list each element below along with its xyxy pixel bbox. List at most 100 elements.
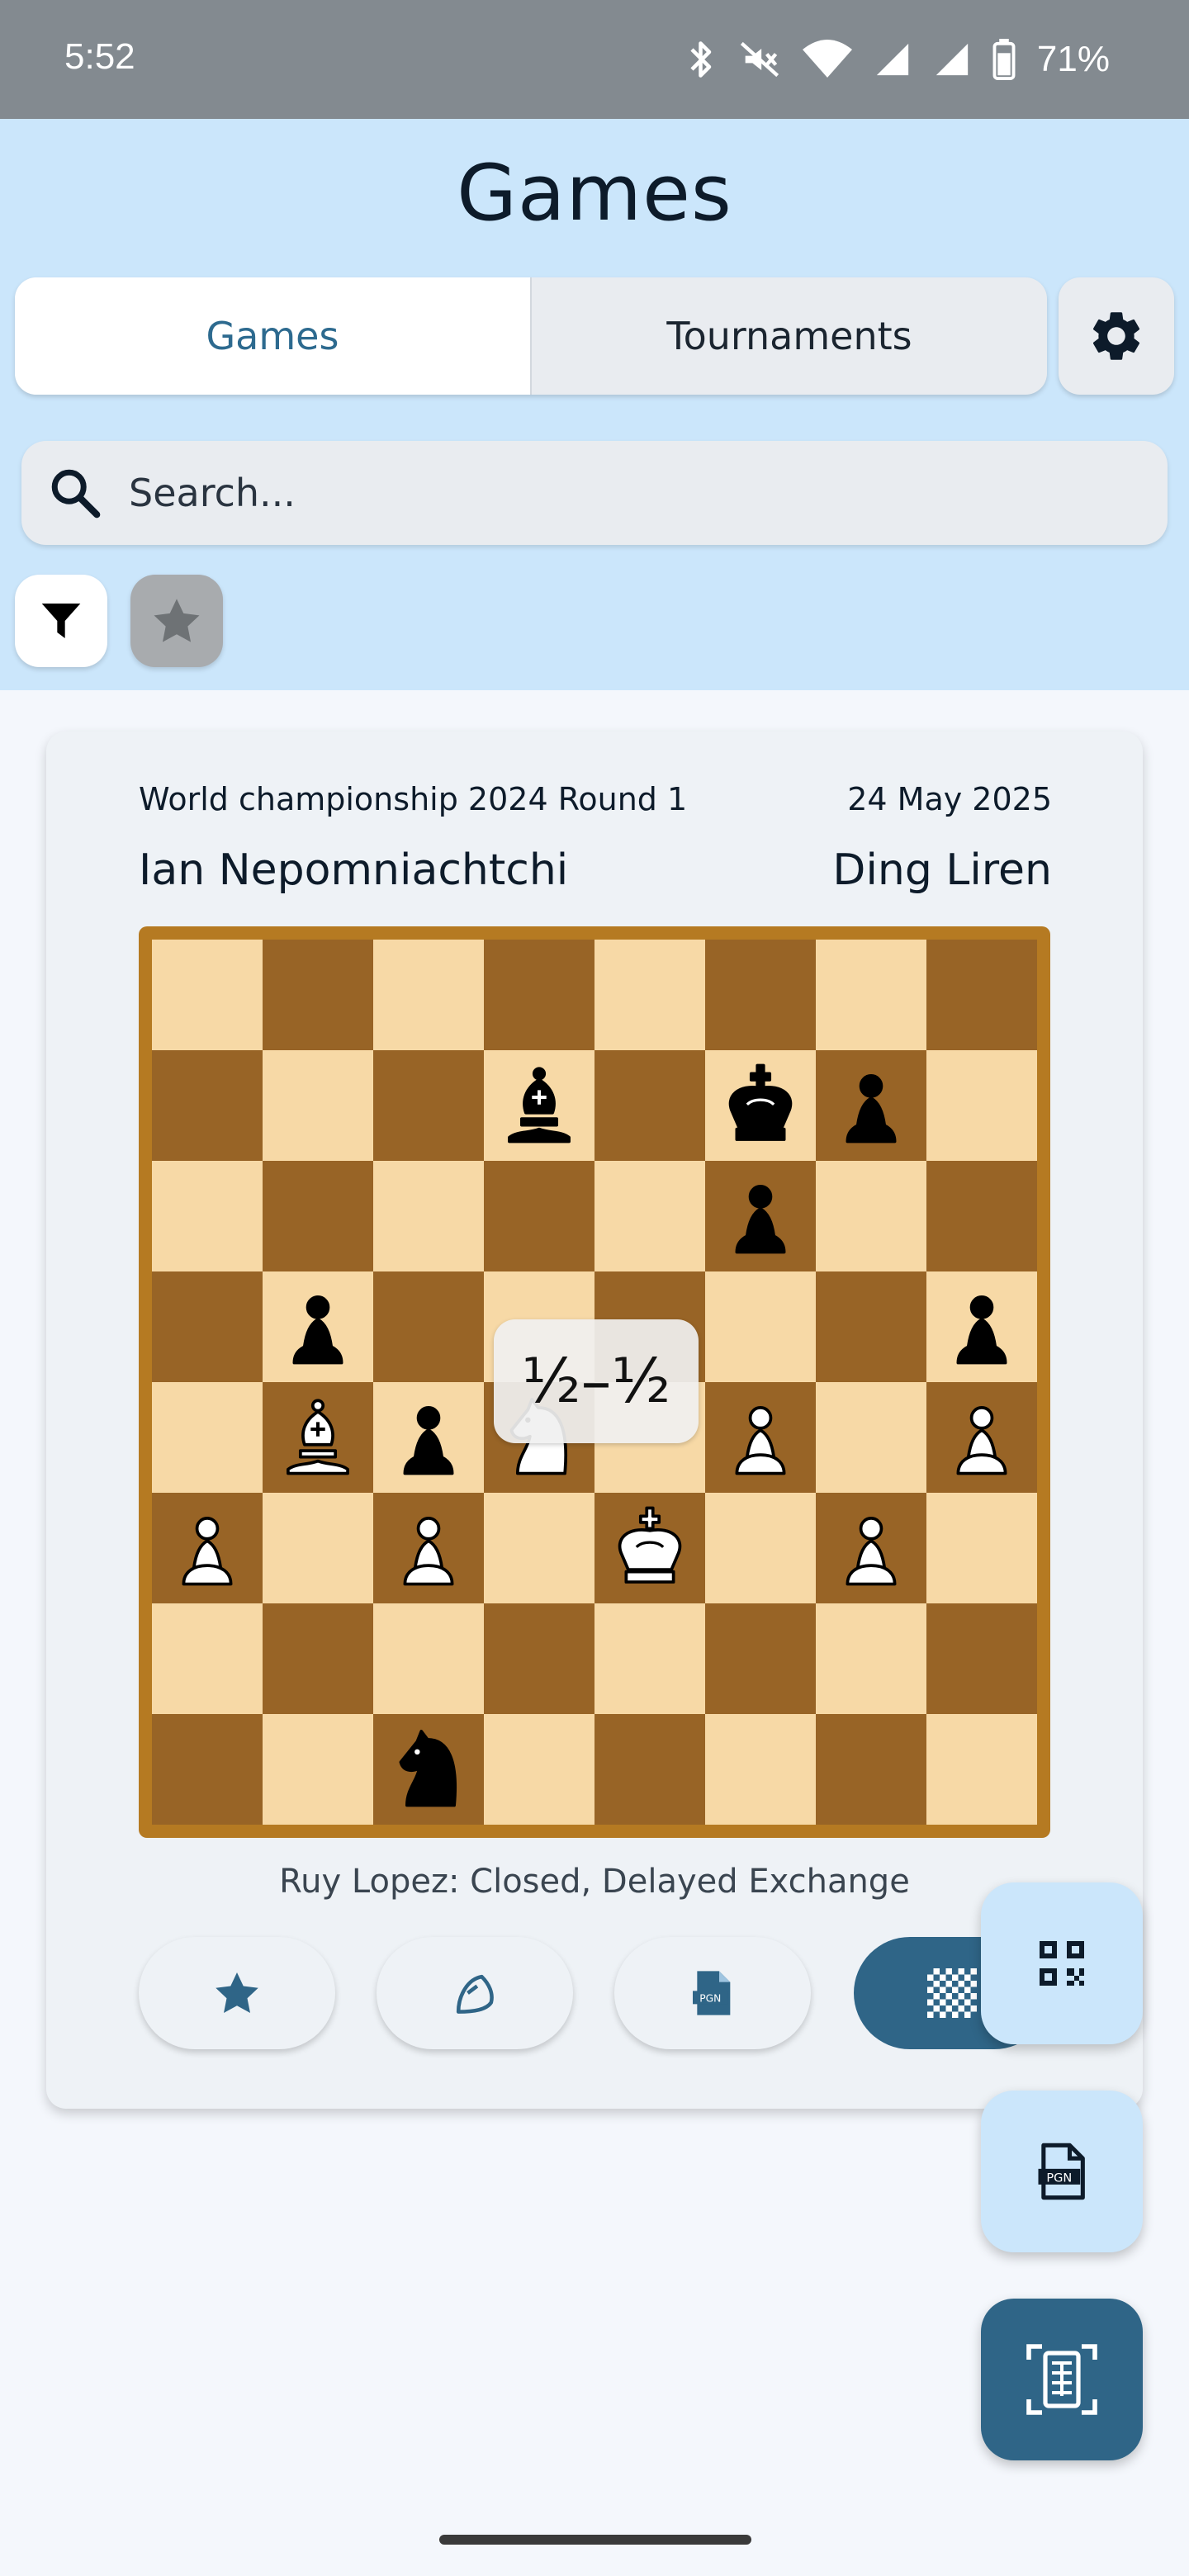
black-bishop-icon [508, 1067, 571, 1144]
favorites-filter-button[interactable] [130, 575, 223, 667]
square-h7[interactable] [926, 1050, 1037, 1161]
home-indicator [439, 2535, 751, 2545]
square-a8[interactable] [152, 940, 263, 1050]
square-h6[interactable] [926, 1161, 1037, 1271]
wifi-icon [802, 40, 852, 78]
square-e7[interactable] [594, 1050, 705, 1161]
black-pawn-icon [956, 1295, 1007, 1365]
analysis-button[interactable] [377, 1937, 573, 2049]
pgn-button[interactable]: PGN [614, 1937, 811, 2049]
square-h3[interactable] [926, 1493, 1037, 1603]
square-e6[interactable] [594, 1161, 705, 1271]
square-d2[interactable] [484, 1603, 594, 1714]
square-b7[interactable] [263, 1050, 373, 1161]
square-b1[interactable] [263, 1714, 373, 1825]
square-c1[interactable] [373, 1714, 484, 1825]
square-h2[interactable] [926, 1603, 1037, 1714]
favorite-button[interactable] [139, 1937, 335, 2049]
square-c8[interactable] [373, 940, 484, 1050]
square-g1[interactable] [816, 1714, 926, 1825]
square-b5[interactable] [263, 1271, 373, 1382]
opening-name: Ruy Lopez: Closed, Delayed Exchange [279, 1863, 910, 1901]
square-f4[interactable] [705, 1382, 816, 1493]
square-b6[interactable] [263, 1161, 373, 1271]
square-g4[interactable] [816, 1382, 926, 1493]
square-g3[interactable] [816, 1493, 926, 1603]
square-g8[interactable] [816, 940, 926, 1050]
page-title: Games [457, 149, 732, 239]
square-b8[interactable] [263, 940, 373, 1050]
mute-icon [740, 41, 779, 78]
black-pawn-icon [292, 1295, 343, 1365]
square-c6[interactable] [373, 1161, 484, 1271]
scan-scoresheet-button[interactable] [981, 2299, 1143, 2460]
square-e1[interactable] [594, 1714, 705, 1825]
status-time: 5:52 [64, 36, 135, 77]
game-date: 24 May 2025 [847, 781, 1052, 817]
square-d8[interactable] [484, 940, 594, 1050]
gear-icon [1092, 312, 1140, 360]
square-g2[interactable] [816, 1603, 926, 1714]
pgn-file-icon: PGN [1038, 2143, 1085, 2200]
square-e2[interactable] [594, 1603, 705, 1714]
black-knight-icon [399, 1730, 457, 1807]
square-c7[interactable] [373, 1050, 484, 1161]
square-h4[interactable] [926, 1382, 1037, 1493]
square-f2[interactable] [705, 1603, 816, 1714]
white-pawn-icon [735, 1406, 786, 1475]
square-d3[interactable] [484, 1493, 594, 1603]
white-pawn-icon [846, 1517, 897, 1586]
white-pawn-icon [182, 1517, 233, 1586]
square-b3[interactable] [263, 1493, 373, 1603]
square-e8[interactable] [594, 940, 705, 1050]
square-f6[interactable] [705, 1161, 816, 1271]
tab-tournaments[interactable]: Tournaments [532, 277, 1047, 395]
square-a1[interactable] [152, 1714, 263, 1825]
square-g7[interactable] [816, 1050, 926, 1161]
square-f7[interactable] [705, 1050, 816, 1161]
search-bar [21, 441, 1168, 545]
square-c3[interactable] [373, 1493, 484, 1603]
square-d1[interactable] [484, 1714, 594, 1825]
square-h5[interactable] [926, 1271, 1037, 1382]
import-pgn-button[interactable]: PGN [981, 2091, 1143, 2252]
tab-games[interactable]: Games [15, 277, 532, 395]
square-c2[interactable] [373, 1603, 484, 1714]
square-c4[interactable] [373, 1382, 484, 1493]
square-h1[interactable] [926, 1714, 1037, 1825]
square-d6[interactable] [484, 1161, 594, 1271]
square-a2[interactable] [152, 1603, 263, 1714]
svg-text:PGN: PGN [1046, 2171, 1072, 2185]
star-icon [216, 1972, 258, 2013]
square-g6[interactable] [816, 1161, 926, 1271]
star-icon [154, 599, 200, 642]
signal-icon [876, 43, 909, 76]
white-bishop-icon [287, 1399, 349, 1475]
chessboard-icon [927, 1968, 977, 2018]
square-b4[interactable] [263, 1382, 373, 1493]
square-c5[interactable] [373, 1271, 484, 1382]
square-b2[interactable] [263, 1603, 373, 1714]
square-a7[interactable] [152, 1050, 263, 1161]
scan-qr-button[interactable] [981, 1882, 1143, 2044]
square-g5[interactable] [816, 1271, 926, 1382]
square-d7[interactable] [484, 1050, 594, 1161]
svg-text:PGN: PGN [699, 1993, 721, 2005]
square-f3[interactable] [705, 1493, 816, 1603]
qr-code-icon [1040, 1941, 1084, 1986]
square-a5[interactable] [152, 1271, 263, 1382]
black-pawn-icon [846, 1074, 897, 1144]
square-a4[interactable] [152, 1382, 263, 1493]
square-e3[interactable] [594, 1493, 705, 1603]
square-h8[interactable] [926, 940, 1037, 1050]
search-input[interactable] [129, 441, 1120, 545]
square-f8[interactable] [705, 940, 816, 1050]
white-king-icon [618, 1506, 682, 1584]
square-a6[interactable] [152, 1161, 263, 1271]
settings-button[interactable] [1059, 277, 1174, 395]
filter-button[interactable] [15, 575, 107, 667]
square-f5[interactable] [705, 1271, 816, 1382]
battery-percentage: 71% [1036, 39, 1110, 79]
square-f1[interactable] [705, 1714, 816, 1825]
square-a3[interactable] [152, 1493, 263, 1603]
